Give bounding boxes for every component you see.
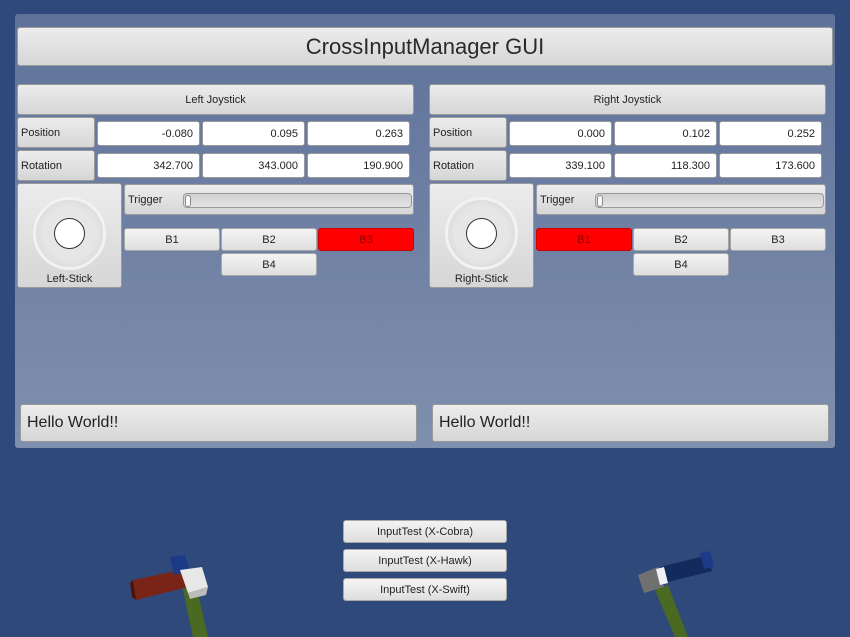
input-test-hawk-button[interactable]: InputTest (X-Hawk)	[343, 549, 507, 572]
right-position-y-field[interactable]: 0.102	[614, 121, 717, 146]
left-stick-label: Left-Stick	[46, 273, 93, 285]
left-trigger-thumb[interactable]	[185, 195, 191, 207]
right-rotation-z-field[interactable]: 173.600	[719, 153, 822, 178]
right-stick-pad[interactable]: Right-Stick	[429, 183, 534, 288]
right-controller-handle	[655, 585, 688, 637]
right-joystick-header: Right Joystick	[429, 84, 826, 115]
left-joystick-header: Left Joystick	[17, 84, 414, 115]
left-controller-model	[130, 555, 208, 637]
left-rotation-z-field[interactable]: 190.900	[307, 153, 410, 178]
left-position-x-field[interactable]: -0.080	[97, 121, 200, 146]
left-message-field: Hello World!!	[20, 404, 417, 442]
left-position-z-field[interactable]: 0.263	[307, 121, 410, 146]
left-button-b4[interactable]: B4	[221, 253, 317, 276]
input-test-swift-button[interactable]: InputTest (X-Swift)	[343, 578, 507, 601]
right-stick-ring	[445, 197, 518, 270]
right-button-b4[interactable]: B4	[633, 253, 729, 276]
left-stick-knob[interactable]	[54, 218, 85, 249]
right-button-b1[interactable]: B1	[536, 228, 632, 251]
right-position-label: Position	[429, 117, 507, 148]
right-trigger-thumb[interactable]	[597, 195, 603, 207]
left-controller-arm	[133, 569, 188, 600]
right-message-field: Hello World!!	[432, 404, 829, 442]
right-rotation-x-field[interactable]: 339.100	[509, 153, 612, 178]
left-trigger-slider[interactable]	[183, 193, 412, 208]
right-stick-label: Right-Stick	[454, 273, 509, 285]
right-controller-model	[638, 551, 714, 637]
left-trigger-label: Trigger	[128, 194, 163, 206]
right-button-b3[interactable]: B3	[730, 228, 826, 251]
right-trigger-box: Trigger	[536, 184, 826, 215]
left-position-y-field[interactable]: 0.095	[202, 121, 305, 146]
left-rotation-label: Rotation	[17, 150, 95, 181]
right-trigger-slider[interactable]	[595, 193, 824, 208]
left-button-b2[interactable]: B2	[221, 228, 317, 251]
left-button-b3[interactable]: B3	[318, 228, 414, 251]
right-trigger-label: Trigger	[540, 194, 575, 206]
left-trigger-box: Trigger	[124, 184, 414, 215]
right-stick-knob[interactable]	[466, 218, 497, 249]
page-title: CrossInputManager GUI	[17, 27, 833, 66]
right-rotation-label: Rotation	[429, 150, 507, 181]
right-button-b2[interactable]: B2	[633, 228, 729, 251]
input-test-cobra-button[interactable]: InputTest (X-Cobra)	[343, 520, 507, 543]
right-position-z-field[interactable]: 0.252	[719, 121, 822, 146]
left-rotation-x-field[interactable]: 342.700	[97, 153, 200, 178]
left-position-label: Position	[17, 117, 95, 148]
left-rotation-y-field[interactable]: 343.000	[202, 153, 305, 178]
right-rotation-y-field[interactable]: 118.300	[614, 153, 717, 178]
right-position-x-field[interactable]: 0.000	[509, 121, 612, 146]
left-stick-ring	[33, 197, 106, 270]
left-stick-pad[interactable]: Left-Stick	[17, 183, 122, 288]
left-button-b1[interactable]: B1	[124, 228, 220, 251]
